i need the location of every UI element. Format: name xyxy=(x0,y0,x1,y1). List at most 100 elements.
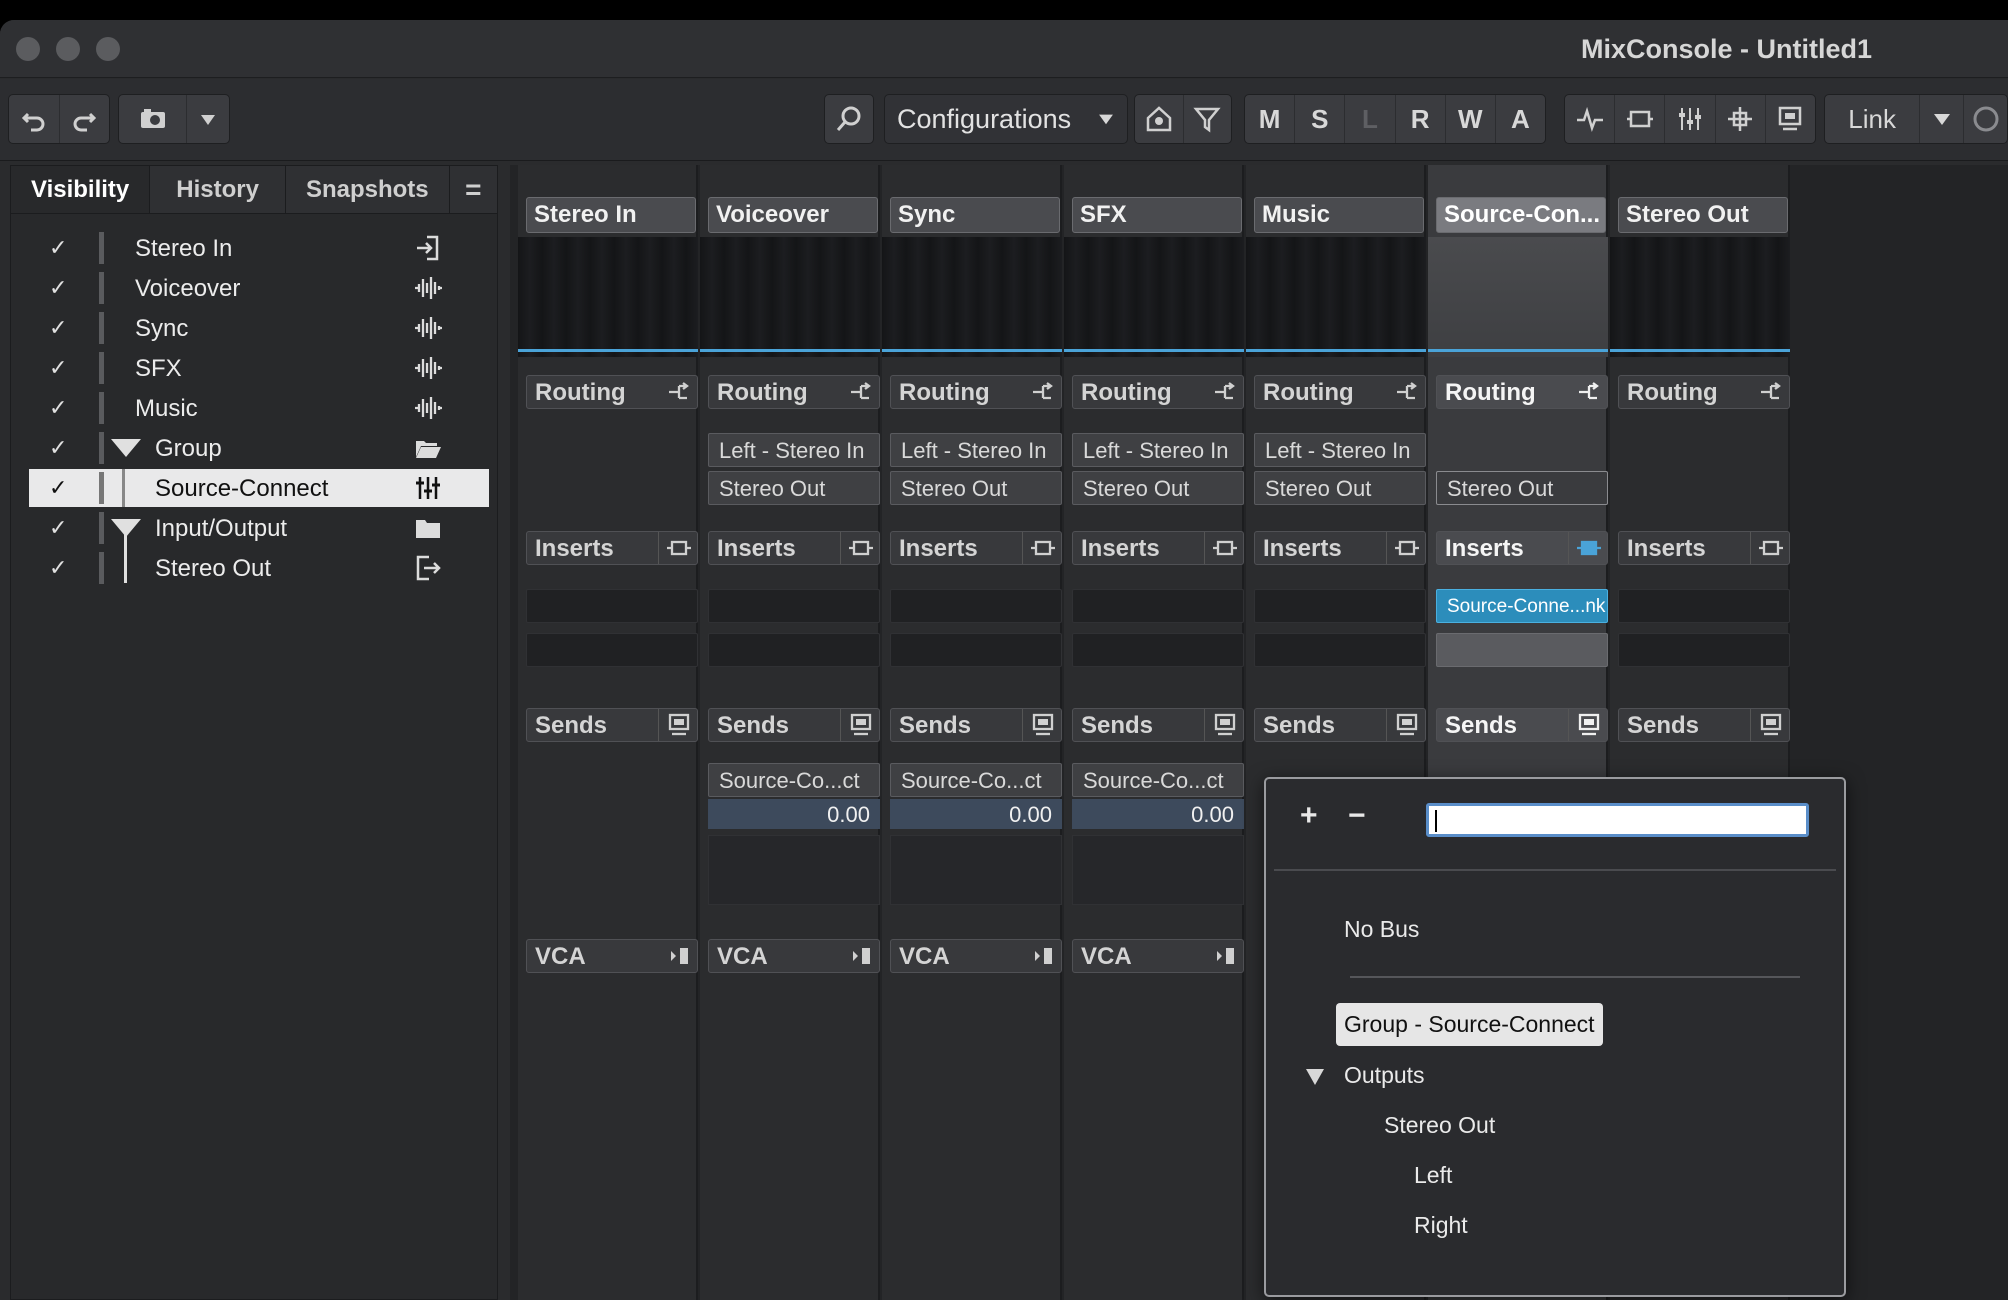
inserts-bypass-icon[interactable] xyxy=(1757,534,1785,562)
sends-bypass-icon[interactable] xyxy=(665,711,693,739)
inserts-section-button[interactable]: Inserts xyxy=(890,531,1062,565)
tab-visibility[interactable]: Visibility xyxy=(11,166,151,213)
insert-slot-2[interactable] xyxy=(1436,633,1608,667)
vca-connect-icon[interactable] xyxy=(1029,942,1057,970)
visibility-row-sync[interactable]: ✓ Sync xyxy=(29,309,489,347)
insert-slot-1[interactable] xyxy=(526,589,698,623)
input-routing-selector[interactable]: Left - Stereo In xyxy=(708,433,880,467)
insert-slot-2[interactable] xyxy=(1618,633,1790,667)
folder-expand-triangle-icon[interactable] xyxy=(111,439,141,457)
vca-connect-icon[interactable] xyxy=(1211,942,1239,970)
visibility-checkmark[interactable]: ✓ xyxy=(49,515,67,541)
input-routing-selector[interactable]: Left - Stereo In xyxy=(890,433,1062,467)
inserts-section-button[interactable]: Inserts xyxy=(1254,531,1426,565)
inserts-section-button[interactable]: Inserts xyxy=(708,531,880,565)
sends-bypass-icon[interactable] xyxy=(1211,711,1239,739)
sends-section-button[interactable]: Sends xyxy=(526,708,698,742)
sends-bypass-icon[interactable] xyxy=(1575,711,1603,739)
routing-section-button[interactable]: Routing xyxy=(890,375,1062,409)
inserts-section-button[interactable]: Inserts xyxy=(1436,531,1608,565)
visibility-row-input-output[interactable]: ✓ Input/Output xyxy=(29,509,489,547)
vca-connect-icon[interactable] xyxy=(847,942,875,970)
vca-section-button[interactable]: VCA xyxy=(708,939,880,973)
visibility-row-stereo-out[interactable]: ✓ Stereo Out xyxy=(29,527,489,587)
visibility-checkmark[interactable]: ✓ xyxy=(49,355,67,381)
visibility-row-sfx[interactable]: ✓ SFX xyxy=(29,349,489,387)
inserts-bypass-icon[interactable] xyxy=(1211,534,1239,562)
channel-name[interactable]: Source-Con... xyxy=(1436,197,1606,233)
routing-section-button[interactable]: Routing xyxy=(526,375,698,409)
output-routing-selector[interactable]: Stereo Out xyxy=(708,471,880,505)
inserts-bypass-icon[interactable] xyxy=(1029,534,1057,562)
inserts-bypass-icon[interactable] xyxy=(665,534,693,562)
quick-controls-icon[interactable] xyxy=(1716,95,1766,143)
link-button[interactable]: Link xyxy=(1825,95,1921,143)
vca-section-button[interactable]: VCA xyxy=(526,939,698,973)
visibility-row-group[interactable]: ✓ Group xyxy=(29,429,489,467)
insert-slot-1[interactable] xyxy=(1254,589,1426,623)
insert-slot-2[interactable] xyxy=(526,633,698,667)
channel-types-icon[interactable] xyxy=(1135,95,1184,143)
left-output-option[interactable]: Left xyxy=(1414,1162,1452,1189)
routing-section-button[interactable]: Routing xyxy=(708,375,880,409)
sends-section-button[interactable]: Sends xyxy=(1436,708,1608,742)
group-source-connect-option[interactable]: Group - Source-Connect xyxy=(1336,1003,1603,1046)
visibility-checkmark[interactable]: ✓ xyxy=(49,555,67,581)
inserts-section-button[interactable]: Inserts xyxy=(1072,531,1244,565)
link-dropdown-icon[interactable] xyxy=(1920,95,1965,143)
undo-icon[interactable] xyxy=(9,95,60,143)
search-icon[interactable] xyxy=(824,94,874,144)
channel-name[interactable]: Stereo In xyxy=(526,197,696,233)
outputs-folder-item[interactable]: Outputs xyxy=(1344,1062,1425,1089)
inserts-section-button[interactable]: Inserts xyxy=(526,531,698,565)
send-destination[interactable]: Source-Co...ct xyxy=(708,763,880,797)
insert-slot-1[interactable] xyxy=(708,589,880,623)
configurations-dropdown[interactable]: Configurations xyxy=(884,94,1128,144)
remove-bus-button[interactable]: − xyxy=(1348,799,1366,833)
minimize-window-button[interactable] xyxy=(56,37,80,61)
vca-connect-icon[interactable] xyxy=(665,942,693,970)
send-slot-empty[interactable] xyxy=(890,835,1062,905)
visibility-checkmark[interactable]: ✓ xyxy=(49,475,67,501)
sends-section-button[interactable]: Sends xyxy=(708,708,880,742)
output-routing-selector[interactable]: Stereo Out xyxy=(1254,471,1426,505)
output-routing-selector[interactable]: Stereo Out xyxy=(890,471,1062,505)
sends-bypass-icon[interactable] xyxy=(1757,711,1785,739)
redo-icon[interactable] xyxy=(60,95,110,143)
camera-icon[interactable] xyxy=(119,95,188,143)
sends-section-button[interactable]: Sends xyxy=(1254,708,1426,742)
channel-name[interactable]: Music xyxy=(1254,197,1424,233)
channel-name[interactable]: SFX xyxy=(1072,197,1242,233)
send-level-value[interactable]: 0.00 xyxy=(1072,799,1244,829)
inserts-section-button[interactable]: Inserts xyxy=(1618,531,1790,565)
sends-rack-icon[interactable] xyxy=(1766,95,1815,143)
routing-section-button[interactable]: Routing xyxy=(1254,375,1426,409)
channel-name[interactable]: Sync xyxy=(890,197,1060,233)
visibility-row-music[interactable]: ✓ Music xyxy=(29,389,489,427)
inserts-bypass-icon[interactable] xyxy=(1393,534,1421,562)
panel-menu-icon[interactable]: = xyxy=(450,166,497,213)
visibility-row-stereo-in[interactable]: ✓ Stereo In xyxy=(29,229,489,267)
sends-bypass-icon[interactable] xyxy=(1393,711,1421,739)
input-routing-selector[interactable]: Left - Stereo In xyxy=(1072,433,1244,467)
sends-section-button[interactable]: Sends xyxy=(1072,708,1244,742)
stereo-out-option[interactable]: Stereo Out xyxy=(1384,1112,1495,1139)
visibility-checkmark[interactable]: ✓ xyxy=(49,435,67,461)
filter-icon[interactable] xyxy=(1184,95,1232,143)
visibility-checkmark[interactable]: ✓ xyxy=(49,275,67,301)
right-output-option[interactable]: Right xyxy=(1414,1212,1468,1239)
routing-section-button[interactable]: Routing xyxy=(1072,375,1244,409)
outputs-expand-triangle-icon[interactable] xyxy=(1306,1069,1324,1085)
send-level-value[interactable]: 0.00 xyxy=(890,799,1062,829)
insert-slot-1[interactable] xyxy=(1072,589,1244,623)
no-bus-option[interactable]: No Bus xyxy=(1344,916,1419,943)
zoom-window-button[interactable] xyxy=(96,37,120,61)
sends-section-button[interactable]: Sends xyxy=(890,708,1062,742)
send-level-value[interactable]: 0.00 xyxy=(708,799,880,829)
insert-slot-1[interactable] xyxy=(890,589,1062,623)
snapshot-dropdown-icon[interactable] xyxy=(187,95,229,143)
channel-name[interactable]: Stereo Out xyxy=(1618,197,1788,233)
vca-section-button[interactable]: VCA xyxy=(890,939,1062,973)
bus-search-input[interactable] xyxy=(1426,803,1809,837)
solo-all-button[interactable]: S xyxy=(1295,95,1346,143)
